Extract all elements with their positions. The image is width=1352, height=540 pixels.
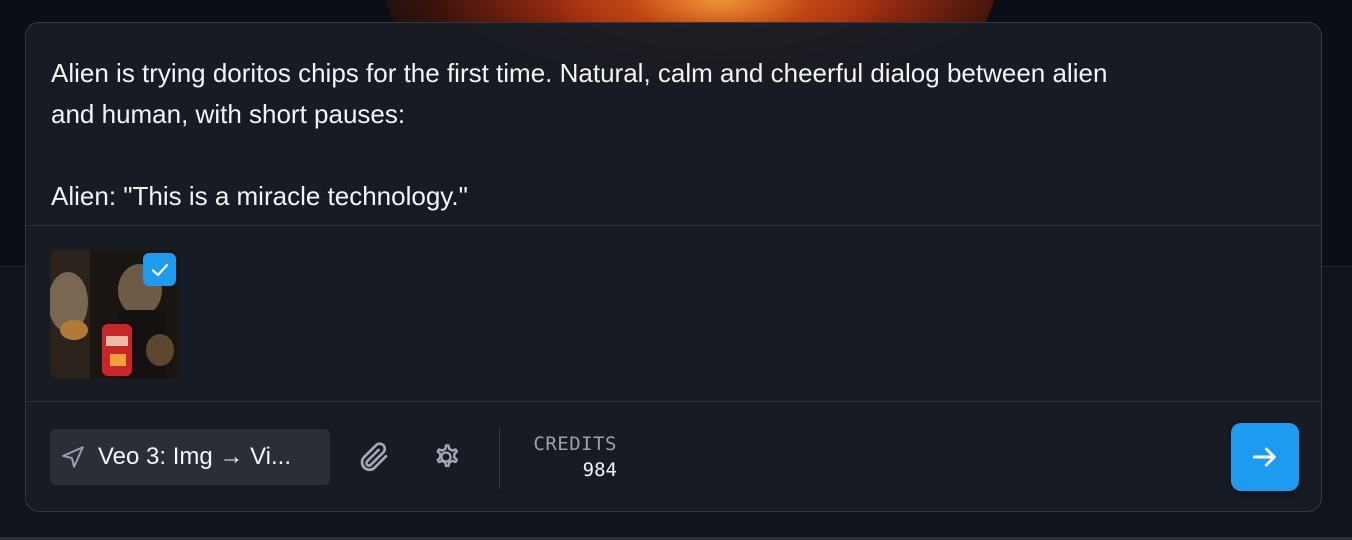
composer-toolbar: Veo 3: Img → Vi... CREDITS 984 (26, 402, 1321, 511)
attachment-thumbnail[interactable] (50, 250, 179, 379)
attach-button[interactable] (354, 437, 394, 477)
attachment-selected-badge[interactable] (143, 253, 176, 286)
send-plane-icon (62, 446, 84, 468)
check-icon (151, 263, 168, 276)
credits-value: 984 (582, 459, 617, 481)
prompt-text[interactable]: Alien is trying doritos chips for the fi… (51, 53, 1296, 217)
credits-label: CREDITS (533, 433, 617, 455)
arrow-right-icon (1252, 447, 1276, 467)
credits-display: CREDITS 984 (525, 431, 617, 483)
send-button[interactable] (1231, 423, 1299, 491)
model-selector[interactable]: Veo 3: Img → Vi... (50, 429, 330, 485)
toolbar-divider (499, 427, 500, 489)
model-selector-label: Veo 3: Img → Vi... (98, 443, 291, 470)
attachments-area (26, 226, 1321, 402)
prompt-area[interactable]: Alien is trying doritos chips for the fi… (26, 23, 1321, 226)
prompt-composer: Alien is trying doritos chips for the fi… (25, 22, 1322, 512)
gear-icon (436, 444, 459, 468)
settings-button[interactable] (426, 437, 466, 477)
paperclip-icon (360, 442, 388, 472)
